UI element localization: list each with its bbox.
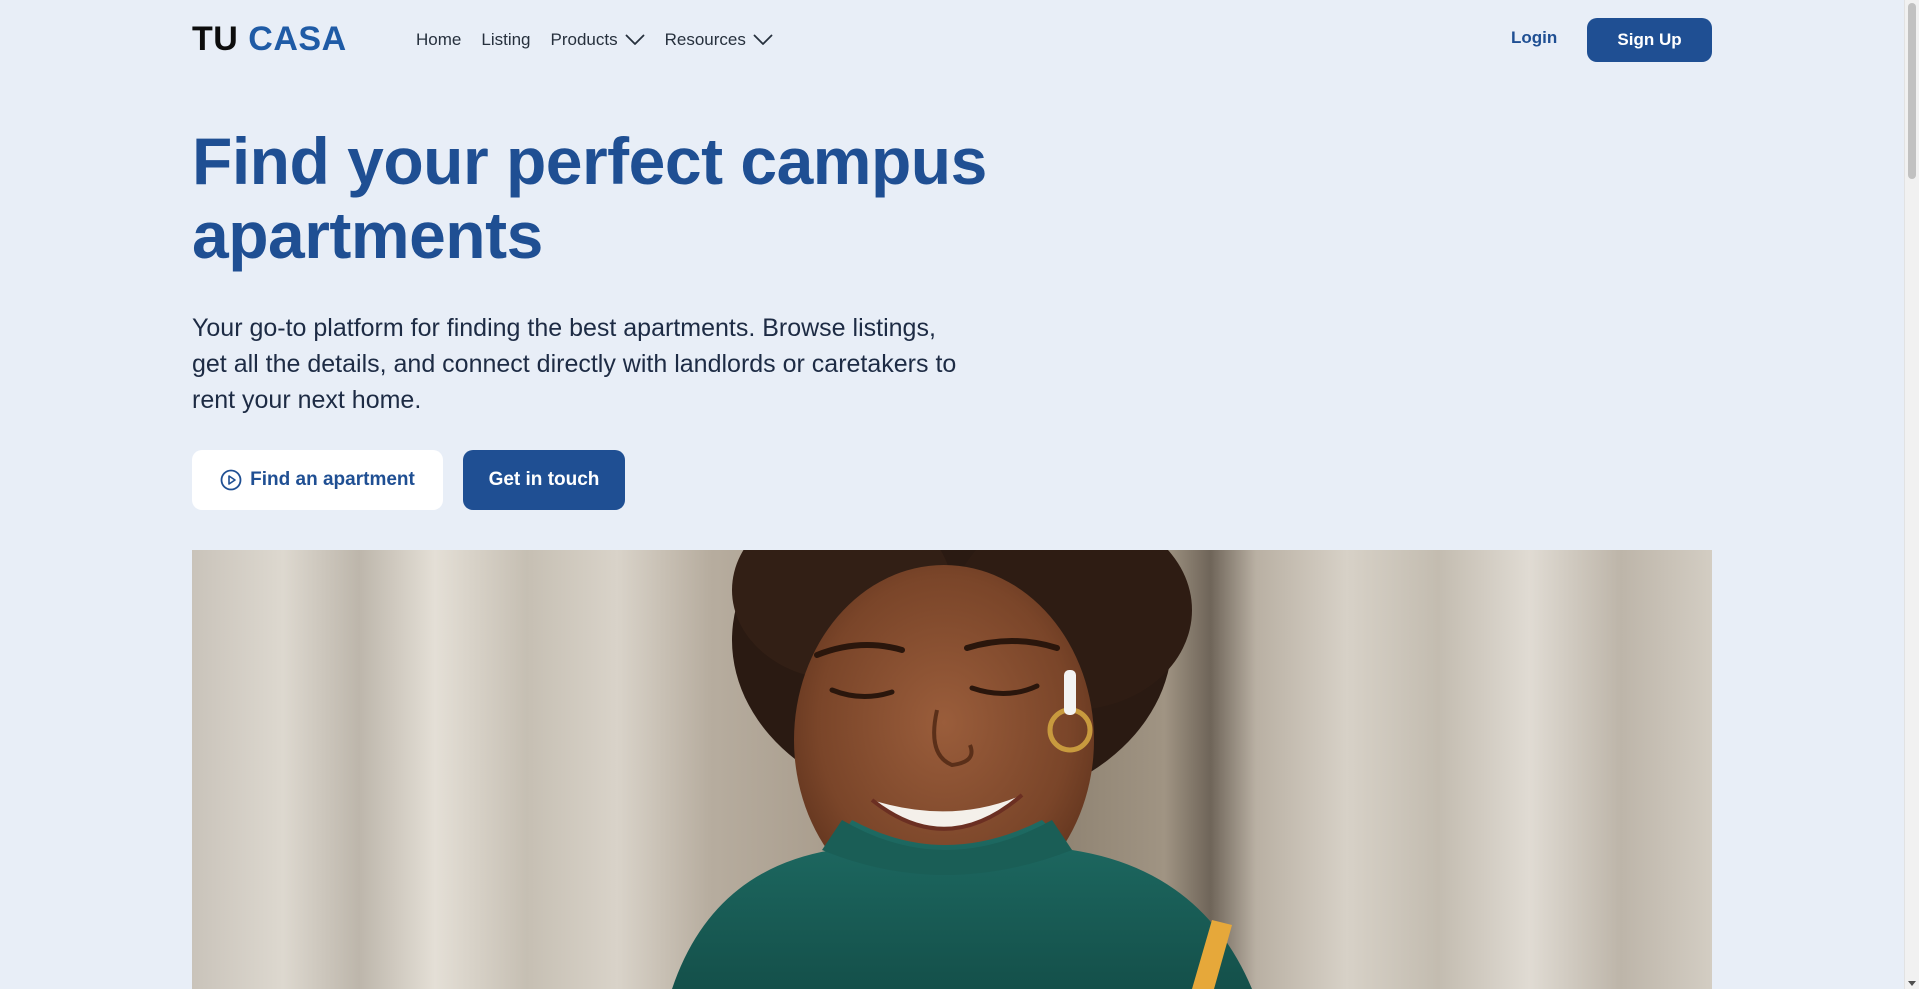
play-circle-icon: [220, 469, 242, 491]
chevron-down-icon: [625, 34, 644, 45]
main-nav: Home Listing Products Resources: [416, 28, 793, 52]
hero-subtitle: Your go-to platform for finding the best…: [192, 314, 957, 414]
brand-logo-part2: CASA: [248, 20, 347, 58]
hero-photo-illustration: [672, 550, 1252, 989]
nav-item-listing[interactable]: Listing: [481, 30, 530, 50]
brand-logo[interactable]: TU CASA: [192, 21, 347, 57]
brand-logo-part1: TU: [192, 20, 239, 58]
nav-item-home[interactable]: Home: [416, 30, 461, 50]
hero-title-line1: Find your perfect campus: [192, 124, 987, 198]
hero-title-line2: apartments: [192, 198, 543, 272]
vertical-scrollbar[interactable]: [1904, 0, 1919, 989]
nav-item-label: Home: [416, 30, 462, 49]
nav-item-products[interactable]: Products: [551, 30, 645, 50]
nav-item-label: Listing: [481, 30, 531, 49]
login-link[interactable]: Login: [1511, 28, 1557, 48]
hero-photo: [192, 550, 1712, 989]
find-apartment-label: Find an apartment: [250, 469, 415, 490]
chevron-down-icon: [753, 34, 773, 45]
hero-title: Find your perfect campus apartments: [192, 124, 1092, 272]
page: TU CASA Home Listing Products Resources: [0, 0, 1919, 989]
scroll-down-arrow-icon[interactable]: [1908, 981, 1916, 986]
site-header: TU CASA Home Listing Products Resources: [192, 18, 1712, 62]
nav-item-resources[interactable]: Resources: [665, 30, 773, 50]
scrollbar-thumb[interactable]: [1908, 3, 1916, 179]
nav-item-label: Products: [550, 30, 618, 49]
get-in-touch-button[interactable]: Get in touch: [463, 450, 625, 510]
find-apartment-button[interactable]: Find an apartment: [192, 450, 443, 510]
signup-button[interactable]: Sign Up: [1587, 18, 1712, 62]
nav-item-label: Resources: [664, 30, 746, 49]
